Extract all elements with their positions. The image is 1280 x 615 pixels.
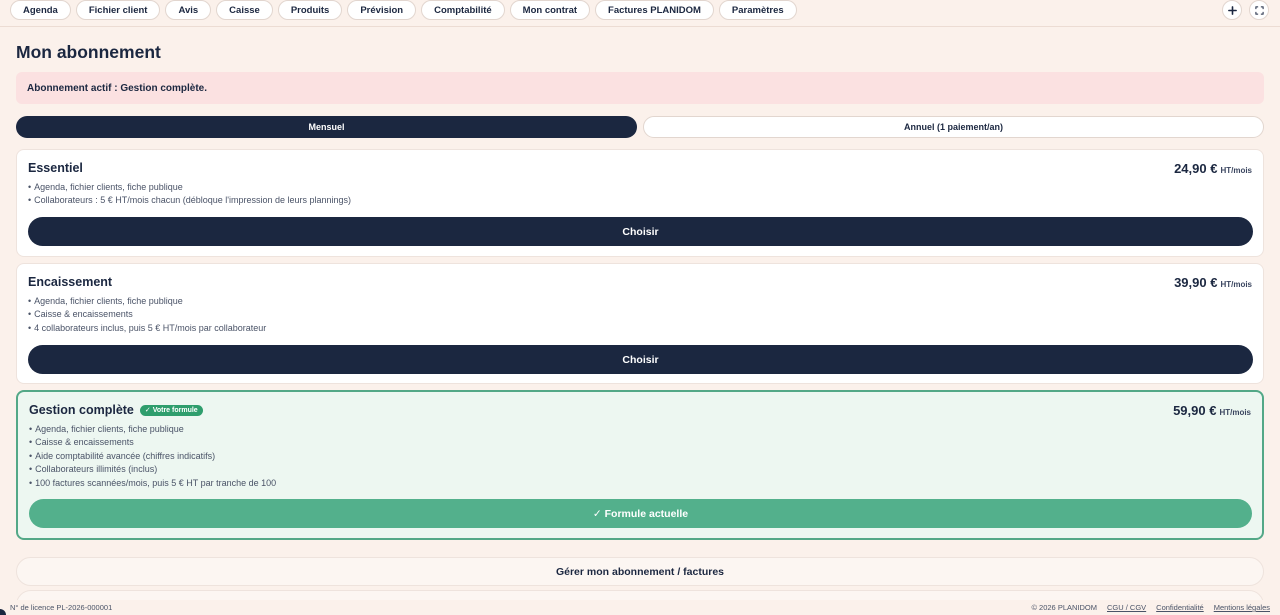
plan-title: Essentiel (28, 161, 83, 175)
toggle-yearly[interactable]: Annuel (1 paiement/an) (643, 116, 1264, 138)
link-mentions-legales[interactable]: Mentions légales (1214, 603, 1270, 612)
fullscreen-icon (1254, 5, 1264, 15)
nav-factures-planidom[interactable]: Factures PLANIDOM (595, 0, 714, 20)
fullscreen-button[interactable] (1249, 0, 1269, 20)
plan-title: Encaissement (28, 275, 113, 289)
feature-list: Agenda, fichier clients, fiche publique … (28, 181, 351, 208)
nav-comptabilite[interactable]: Comptabilité (421, 0, 505, 20)
feature-item: 4 collaborateurs inclus, puis 5 € HT/moi… (28, 322, 266, 335)
plan-price: 59,90 € HT/mois (1173, 403, 1251, 418)
nav-mon-contrat[interactable]: Mon contrat (509, 0, 591, 20)
current-plan-badge: ✓ Votre formule (139, 404, 203, 416)
feature-item: Collaborateurs : 5 € HT/mois chacun (déb… (28, 194, 351, 207)
price-amount: 59,90 € (1173, 403, 1217, 418)
price-unit: HT/mois (1219, 408, 1251, 417)
plan-name: Encaissement (28, 275, 112, 289)
feature-item: Agenda, fichier clients, fiche publique (28, 295, 266, 308)
link-confidentialite[interactable]: Confidentialité (1156, 603, 1204, 612)
plan-card-encaissement: Encaissement 39,90 € HT/mois Agenda, fic… (16, 263, 1264, 384)
plan-title: Gestion complète (29, 403, 134, 417)
price-unit: HT/mois (1220, 166, 1252, 175)
feature-item: Caisse & encaissements (28, 308, 266, 321)
active-subscription-alert: Abonnement actif : Gestion complète. (16, 72, 1264, 104)
plan-name: Essentiel (28, 161, 83, 175)
alert-text: Abonnement actif : Gestion complète. (27, 82, 208, 94)
feature-item: Agenda, fichier clients, fiche publique (29, 423, 276, 436)
choose-essentiel-button[interactable]: Choisir (28, 217, 1253, 246)
plan-price: 24,90 € HT/mois (1174, 161, 1252, 176)
plan-card-essentiel: Essentiel 24,90 € HT/mois Agenda, fichie… (16, 149, 1264, 257)
toggle-monthly[interactable]: Mensuel (16, 116, 637, 138)
nav-caisse[interactable]: Caisse (216, 0, 273, 20)
nav-avis[interactable]: Avis (165, 0, 212, 20)
current-plan-button[interactable]: ✓ Formule actuelle (29, 499, 1252, 528)
price-amount: 39,90 € (1174, 275, 1218, 290)
page-title: Mon abonnement (16, 42, 161, 62)
manage-subscription-button[interactable]: Gérer mon abonnement / factures (16, 557, 1264, 586)
feature-list: Agenda, fichier clients, fiche publique … (28, 295, 266, 335)
nav-parametres[interactable]: Paramètres (718, 0, 797, 20)
plus-icon (1227, 5, 1237, 15)
feature-item: 100 factures scannées/mois, puis 5 € HT … (29, 477, 276, 490)
price-unit: HT/mois (1220, 280, 1252, 289)
footer-links: © 2026 PLANIDOM CGU / CGV Confidentialit… (1031, 603, 1270, 612)
plan-card-gestion-complete: Gestion complète ✓ Votre formule 59,90 €… (16, 390, 1264, 540)
main-nav: Agenda Fichier client Avis Caisse Produi… (10, 0, 797, 20)
link-cgu-cgv[interactable]: CGU / CGV (1107, 603, 1146, 612)
plan-price: 39,90 € HT/mois (1174, 275, 1252, 290)
top-navigation-bar: Agenda Fichier client Avis Caisse Produi… (0, 0, 1280, 27)
footer: N° de licence PL-2026-000001 © 2026 PLAN… (0, 600, 1280, 615)
nav-produits[interactable]: Produits (277, 0, 343, 20)
nav-agenda[interactable]: Agenda (10, 0, 71, 20)
choose-encaissement-button[interactable]: Choisir (28, 345, 1253, 374)
feature-item: Collaborateurs illimités (inclus) (29, 463, 276, 476)
copyright: © 2026 PLANIDOM (1031, 603, 1097, 612)
plan-name: Gestion complète ✓ Votre formule (29, 403, 203, 417)
feature-item: Agenda, fichier clients, fiche publique (28, 181, 351, 194)
license-number: N° de licence PL-2026-000001 (10, 603, 113, 612)
feature-item: Caisse & encaissements (29, 436, 276, 449)
feature-item: Aide comptabilité avancée (chiffres indi… (29, 450, 276, 463)
add-button[interactable] (1222, 0, 1242, 20)
feature-list: Agenda, fichier clients, fiche publique … (29, 423, 276, 490)
nav-fichier-client[interactable]: Fichier client (75, 0, 161, 20)
price-amount: 24,90 € (1174, 161, 1218, 176)
nav-prevision[interactable]: Prévision (347, 0, 417, 20)
